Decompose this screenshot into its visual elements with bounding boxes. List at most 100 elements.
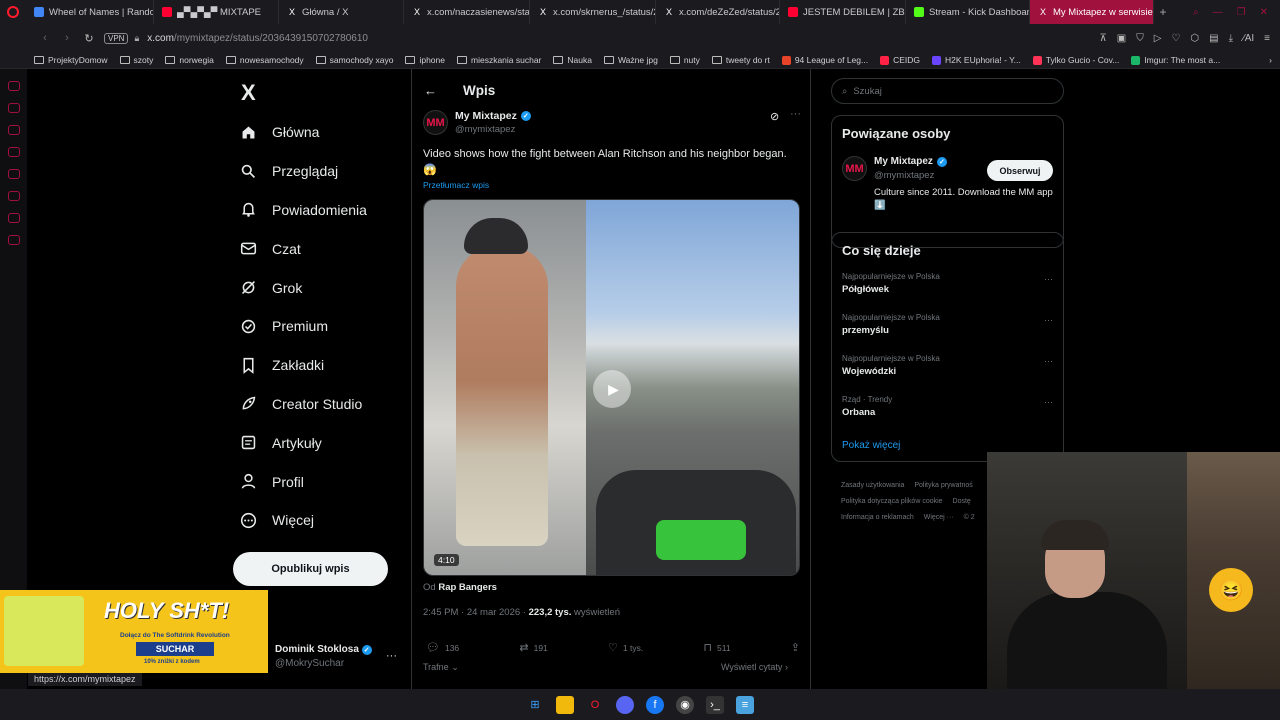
bookmark-item[interactable]: ProjektyDomow	[34, 55, 108, 65]
chat-icon[interactable]	[7, 147, 20, 157]
tab-my-mixtapez-active[interactable]: XMy Mixtapez w serwisie X✕	[1030, 0, 1154, 24]
trend-item[interactable]: Najpopularniejsze w Polska Wojewódzki ···	[832, 352, 1063, 393]
vpn-badge[interactable]: VPN	[104, 32, 129, 44]
tab-wheel-of-names[interactable]: Wheel of Names | Random	[26, 0, 154, 24]
nav-item-more-circle[interactable]: Więcej	[240, 501, 367, 540]
bookmark-item[interactable]: szoty	[119, 55, 153, 65]
post-button[interactable]: Opublikuj wpis	[233, 552, 388, 586]
trend-more-icon[interactable]: ···	[1044, 356, 1053, 366]
trend-more-icon[interactable]: ···	[1044, 315, 1053, 325]
gmail-icon[interactable]	[7, 169, 20, 179]
bookmarks-overflow-icon[interactable]: ›	[1269, 55, 1280, 65]
tab-kick-dashboard[interactable]: Stream - Kick Dashboard	[906, 0, 1030, 24]
x-logo[interactable]: X	[241, 80, 256, 106]
bookmark-item[interactable]: H2K EUphoria! - Y...	[932, 55, 1021, 65]
source-link[interactable]: Rap Bangers	[438, 582, 497, 593]
ai-icon[interactable]: ∕AI	[1243, 33, 1254, 44]
nav-item-mail[interactable]: Czat	[240, 229, 367, 268]
instagram-icon[interactable]	[7, 125, 20, 135]
history-icon[interactable]	[7, 103, 20, 113]
trend-item[interactable]: Rząd · Trendy Orbana ···	[832, 393, 1063, 434]
author-name[interactable]: My Mixtapez ✓	[455, 110, 531, 122]
heart-icon[interactable]: ♡	[1171, 33, 1180, 44]
windows-start-icon[interactable]: ⊞	[526, 696, 544, 714]
nav-item-search[interactable]: Przeglądaj	[240, 152, 367, 191]
reply-button[interactable]: 💬︎ 136	[426, 641, 459, 654]
extensions-icon[interactable]: ⬡	[1190, 33, 1199, 44]
bookmark-item[interactable]: tweety do rt	[711, 55, 770, 65]
bookmark-item[interactable]: Tylko Gucio - Cov...	[1032, 55, 1119, 65]
back-arrow-icon[interactable]: ←	[424, 83, 437, 98]
forward-icon[interactable]: ›	[56, 32, 78, 44]
reload-icon[interactable]: ↻	[78, 32, 100, 45]
nav-item-home[interactable]: Główna	[240, 113, 367, 152]
bookmark-item[interactable]: nowesamochody	[225, 55, 304, 65]
related-person[interactable]: MM My Mixtapez ✓ @mymixtapez Culture sinc…	[832, 116, 1063, 226]
obs-icon[interactable]: ◉	[676, 695, 694, 714]
tab-skrnerus[interactable]: Xx.com/skrnerus_/status/20	[530, 0, 656, 24]
author-handle[interactable]: @mymixtapez	[455, 124, 515, 135]
file-explorer-icon[interactable]	[556, 695, 574, 714]
footer-link[interactable]: © 2	[964, 514, 975, 521]
discord-icon[interactable]	[616, 695, 634, 714]
nav-item-article[interactable]: Artykuły	[240, 423, 367, 462]
new-tab-button[interactable]: +	[1154, 5, 1172, 19]
bookmark-item[interactable]: CEIDG	[880, 55, 920, 65]
bookmark-item[interactable]: Nauka	[553, 55, 592, 65]
nav-item-rocket[interactable]: Creator Studio	[240, 385, 367, 424]
translate-link[interactable]: Przetłumacz wpis	[423, 180, 489, 190]
play-icon[interactable]: ▷	[1154, 33, 1162, 44]
view-quotes-link[interactable]: Wyświetl cytaty ›	[721, 662, 788, 672]
download-icon[interactable]: ⤓	[1229, 33, 1233, 44]
footer-link[interactable]: Więcej ···	[924, 514, 954, 521]
x-sidebar-icon[interactable]	[7, 235, 20, 245]
pin-icon[interactable]: ⊼	[1099, 33, 1106, 44]
bookmark-item[interactable]: 94 League of Leg...	[781, 55, 868, 65]
bookmark-item[interactable]: mieszkania suchar	[457, 55, 541, 65]
messenger-icon[interactable]	[7, 81, 20, 91]
account-switcher[interactable]: Dominik Stoklosa ✓ @MokrySuchar	[275, 644, 372, 669]
bookmark-button[interactable]: ⊓ 511	[703, 641, 730, 654]
opera-icon[interactable]: O	[586, 696, 604, 714]
nav-item-grok[interactable]: Grok	[240, 268, 367, 307]
facebook-icon[interactable]: f	[646, 695, 664, 714]
author-avatar[interactable]: MM	[423, 110, 448, 135]
url-field[interactable]: x.com/mymixtapez/status/2036439150702780…	[147, 33, 368, 44]
nav-item-premium[interactable]: Premium	[240, 307, 367, 346]
related-name[interactable]: My Mixtapez ✓	[874, 156, 947, 167]
footer-link[interactable]: Dostę	[953, 498, 971, 505]
tab-mixtape[interactable]: ▄▀▄▀▄▀ MIXTAPE	[154, 0, 279, 24]
terminal-icon[interactable]: ›_	[706, 695, 724, 714]
follow-button[interactable]: Obserwuj	[987, 160, 1053, 181]
search-tabs-icon[interactable]: ⌕	[1193, 7, 1199, 18]
tab-jestem-debilem[interactable]: JESTEM DEBILEM | ZBUG	[780, 0, 906, 24]
twitch-icon[interactable]	[7, 213, 20, 223]
trend-more-icon[interactable]: ···	[1044, 397, 1053, 407]
sort-replies-dropdown[interactable]: Trafne ⌄	[423, 662, 459, 673]
lock-icon[interactable]: 🔒︎	[134, 33, 139, 44]
trend-more-icon[interactable]: ···	[1044, 274, 1053, 284]
share-button[interactable]: ⇪	[791, 641, 800, 654]
close-window-icon[interactable]: ✕	[1260, 7, 1268, 18]
shield-icon[interactable]: ⛉	[1136, 33, 1144, 44]
menu-icon[interactable]: ≡	[1264, 33, 1270, 44]
bookmark-item[interactable]: Imgur: The most a...	[1131, 55, 1220, 65]
settings-icon[interactable]	[7, 191, 20, 201]
snapshot-icon[interactable]: ▣	[1117, 33, 1126, 44]
minimize-icon[interactable]: —	[1213, 7, 1223, 18]
repost-button[interactable]: ⇄ 191	[519, 641, 547, 654]
notepad-icon[interactable]: ≡	[736, 695, 754, 714]
footer-link[interactable]: Zasady użytkowania	[841, 482, 904, 489]
trend-item[interactable]: Najpopularniejsze w Polska przemyślu ···	[832, 311, 1063, 352]
tab-dezezed[interactable]: Xx.com/deZeZed/status/20	[656, 0, 780, 24]
maximize-icon[interactable]: ❐	[1237, 7, 1246, 18]
nav-item-bell[interactable]: Powiadomienia	[240, 191, 367, 230]
nav-item-user[interactable]: Profil	[240, 462, 367, 501]
post-more-icon[interactable]: ···	[790, 108, 801, 120]
footer-link[interactable]: Polityka dotycząca plików cookie	[841, 498, 943, 505]
wallet-icon[interactable]: ▤	[1209, 33, 1218, 44]
tab-glowna-x[interactable]: X Główna / X	[279, 0, 404, 24]
play-icon[interactable]: ▶	[593, 370, 631, 408]
like-button[interactable]: ♡ 1 tys.	[608, 641, 643, 654]
bookmark-item[interactable]: samochody xayo	[315, 55, 393, 65]
